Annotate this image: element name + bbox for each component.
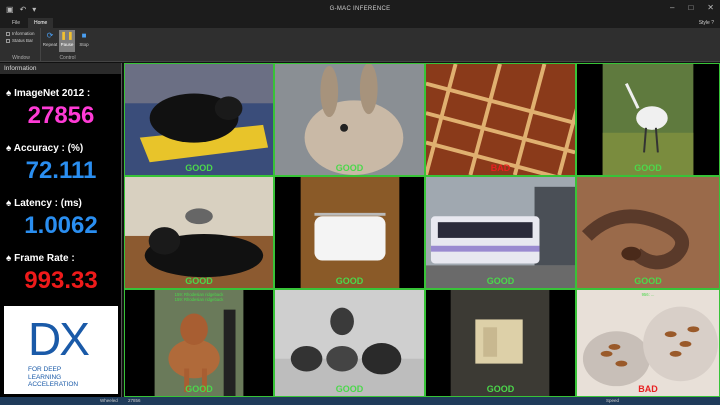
undo-icon[interactable]: ↶ [20,5,27,14]
verdict-label: GOOD [185,384,213,394]
tab-file[interactable]: File [6,18,26,28]
prediction-label: 956: ... [641,292,655,297]
window-group-label: Window [12,55,30,61]
verdict-label: GOOD [335,384,364,394]
control-group: ⟳ Repeat ❚❚ Pause ■ Stop Control [40,28,94,62]
dx-logo: DX FOR DEEP LEARNING ACCELERATION [4,306,118,394]
checkbox-icon [6,38,10,43]
grid-image-ridgeback [125,290,273,396]
accuracy-label: ♠ Accuracy : (%) [6,143,84,154]
ribbon: Information Status Bar Window ⟳ Repeat ❚… [0,28,720,62]
grid-cell-spoonbill: GOOD [576,63,720,176]
stop-button[interactable]: ■ Stop [76,30,92,52]
logo-tagline: FOR DEEP LEARNING ACCELERATION [28,366,79,388]
grid-image-spoonbill [577,64,719,175]
minimize-icon[interactable]: – [670,3,674,12]
information-panel-title: Information [0,63,121,74]
information-panel: Information ♠ ImageNet 2012 : 27856 ♠ Ac… [0,63,122,397]
grid-cell-roof: BAD [425,63,576,176]
prediction-label: 159: Rhodesian ridgeback 159: Rhodesian r… [174,292,224,302]
checkbox-icon [6,31,10,36]
grid-cell-rabbit: GOOD [274,63,425,176]
grid-cell-dogs: GOOD [124,176,274,289]
grid-cell-snake: GOOD [576,176,720,289]
grid-image-roof [426,64,575,175]
grid-cell-streetcar: GOOD [425,176,576,289]
status-left-label: Wheeled [100,398,118,403]
grid-image-rabbit [275,64,424,175]
verdict-label: GOOD [486,384,515,394]
grid-cell-paper-towel: GOOD [274,176,425,289]
latency-label: ♠ Latency : (ms) [6,198,82,209]
verdict-label: GOOD [335,276,364,286]
grid-image-paper-towel [275,177,424,288]
verdict-label: BAD [638,384,658,394]
stop-icon: ■ [81,31,87,40]
grid-cell-ridgeback: 159: Rhodesian ridgeback 159: Rhodesian r… [124,289,274,397]
logo-mark: DX [28,313,90,365]
close-icon[interactable]: ✕ [707,3,714,12]
verdict-label: GOOD [185,276,213,286]
imagenet-label: ♠ ImageNet 2012 : [6,88,91,99]
information-checkbox[interactable]: Information [6,31,35,36]
quick-access-toolbar: ▣ ↶ ▾ [0,5,36,14]
grid-image-guinea-pig [125,64,273,175]
title-bar: ▣ ↶ ▾ G-MAC INFERENCE – □ ✕ [0,0,720,18]
grid-image-almonds [577,290,719,396]
frame-rate-label: ♠ Frame Rate : [6,253,75,264]
grid-cell-almonds: 956: ... BAD [576,289,720,397]
status-count: 27856 [128,398,141,403]
verdict-label: GOOD [185,163,213,173]
window-group: Information Status Bar Window [4,28,38,62]
repeat-icon: ⟳ [46,31,54,40]
verdict-label: GOOD [335,163,364,173]
status-bar: Wheeled 27856 Speed [0,397,720,405]
grid-image-switch [426,290,575,396]
pause-button[interactable]: ❚❚ Pause [59,30,75,52]
control-group-label: Control [59,55,76,61]
style-menu[interactable]: Style ? [699,18,714,28]
latency-value: 1.0062 [24,212,98,239]
imagenet-count: 27856 [27,102,95,129]
accuracy-value: 72.111 [25,157,97,184]
save-icon[interactable]: ▣ [6,5,14,14]
verdict-label: GOOD [634,276,662,286]
style-label: Style [698,20,710,26]
ribbon-tabs: File Home Style ? [0,18,720,28]
grid-image-streetcar [426,177,575,288]
verdict-label: GOOD [634,163,662,173]
repeat-button[interactable]: ⟳ Repeat [42,30,58,52]
grid-image-helmets [275,290,424,396]
grid-cell-switch: GOOD [425,289,576,397]
window-title: G-MAC INFERENCE [329,6,391,12]
dropdown-icon[interactable]: ▾ [32,5,36,14]
grid-cell-helmets: GOOD [274,289,425,397]
inference-grid: GOOD GOOD BAD GOOD GOOD GOOD GOOD GOOD 159: Rhod… [124,63,720,397]
frame-rate-value: 993.33 [24,267,98,294]
verdict-label: GOOD [486,276,515,286]
tab-home[interactable]: Home [28,18,54,28]
maximize-icon[interactable]: □ [688,3,693,12]
grid-image-snake [577,177,719,288]
grid-image-dogs [125,177,273,288]
status-bar-checkbox[interactable]: Status Bar [6,38,33,43]
status-right-label: Speed [606,398,620,403]
pause-icon: ❚❚ [60,31,74,40]
verdict-label: BAD [490,163,511,173]
grid-cell-guinea-pig: GOOD [124,63,274,176]
